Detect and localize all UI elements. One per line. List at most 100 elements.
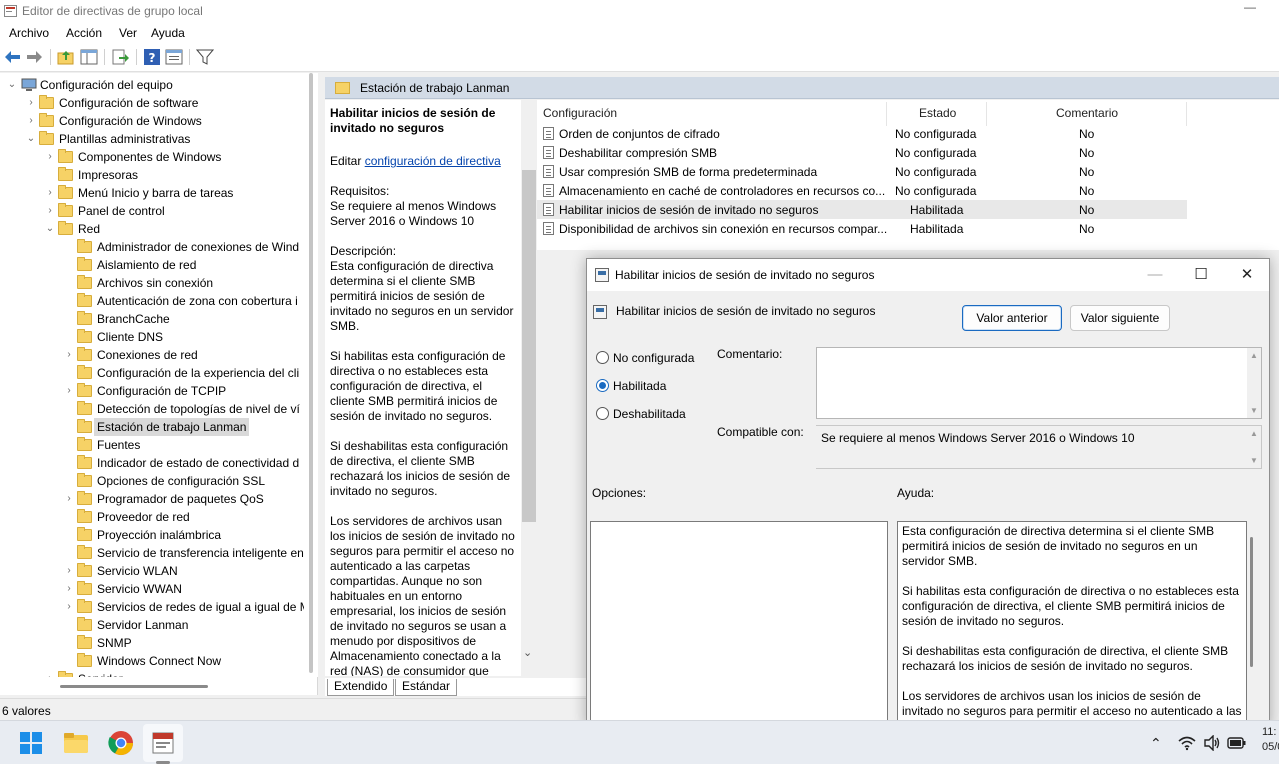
collapsed-chevron-icon[interactable] xyxy=(63,400,75,418)
properties-icon[interactable] xyxy=(165,48,183,66)
export-list-icon[interactable] xyxy=(111,48,129,66)
collapsed-chevron-icon[interactable] xyxy=(44,166,56,184)
dialog-maximize-button[interactable]: ☐ xyxy=(1187,265,1215,285)
table-row[interactable]: Orden de conjuntos de cifrado No configur… xyxy=(537,124,1187,143)
tree-item-label: Servidor Lanman xyxy=(97,618,189,632)
tree-item-label: Servicio WWAN xyxy=(97,582,182,596)
collapsed-chevron-icon[interactable] xyxy=(63,634,75,652)
back-arrow-icon[interactable] xyxy=(4,48,22,66)
volume-icon[interactable] xyxy=(1203,735,1221,751)
collapsed-chevron-icon[interactable]: › xyxy=(63,382,75,400)
forward-arrow-icon[interactable] xyxy=(25,48,43,66)
column-header-configuracion[interactable]: Configuración xyxy=(543,106,617,120)
collapsed-chevron-icon[interactable]: › xyxy=(44,184,56,202)
radio-circle-selected[interactable] xyxy=(596,379,609,392)
dialog-title-bar[interactable]: Habilitar inicios de sesión de invitado … xyxy=(587,259,1269,291)
help-icon[interactable]: ? xyxy=(143,48,161,66)
collapsed-chevron-icon[interactable] xyxy=(63,310,75,328)
collapsed-chevron-icon[interactable] xyxy=(63,508,75,526)
help-scrollbar-thumb[interactable] xyxy=(1250,537,1253,667)
up-folder-icon[interactable] xyxy=(57,48,75,66)
collapsed-chevron-icon[interactable]: › xyxy=(63,598,75,616)
collapsed-chevron-icon[interactable]: › xyxy=(63,346,75,364)
expanded-chevron-icon[interactable]: ⌄ xyxy=(25,130,37,148)
collapsed-chevron-icon[interactable]: › xyxy=(44,148,56,166)
collapsed-chevron-icon[interactable] xyxy=(63,454,75,472)
tab-estandar[interactable]: Estándar xyxy=(395,679,458,696)
navigation-tree[interactable]: ⌄ Configuración del equipo › Configuración … xyxy=(0,73,318,695)
policy-setting-icon xyxy=(543,146,554,159)
policy-setting-dialog[interactable]: Habilitar inicios de sesión de invitado … xyxy=(586,258,1270,728)
collapsed-chevron-icon[interactable] xyxy=(63,364,75,382)
tab-extendido[interactable]: Extendido xyxy=(327,679,395,696)
scroll-down-arrow-icon[interactable]: ▼ xyxy=(1250,456,1258,465)
scroll-down-arrow-icon[interactable]: ▼ xyxy=(1250,406,1258,415)
collapsed-chevron-icon[interactable]: › xyxy=(63,580,75,598)
table-row[interactable]: Disponibilidad de archivos sin conexión … xyxy=(537,219,1187,238)
system-clock[interactable]: 11: 05/0 xyxy=(1262,725,1279,755)
scroll-up-arrow-icon[interactable]: ▲ xyxy=(1250,351,1258,360)
collapsed-chevron-icon[interactable] xyxy=(63,436,75,454)
collapsed-chevron-icon[interactable]: › xyxy=(63,562,75,580)
window-title-bar[interactable]: Editor de directivas de grupo local — xyxy=(0,0,1279,22)
table-row[interactable]: Habilitar inicios de sesión de invitado … xyxy=(537,200,1187,219)
prev-setting-button[interactable]: Valor anterior xyxy=(962,305,1062,331)
scroll-up-arrow-icon[interactable]: ▲ xyxy=(1250,429,1258,438)
collapsed-chevron-icon[interactable] xyxy=(63,238,75,256)
collapsed-chevron-icon[interactable] xyxy=(63,328,75,346)
file-explorer-icon[interactable] xyxy=(62,729,90,757)
collapsed-chevron-icon[interactable] xyxy=(63,652,75,670)
table-row[interactable]: Usar compresión SMB de forma predetermin… xyxy=(537,162,1187,181)
scroll-down-arrow-icon[interactable]: ⌄ xyxy=(523,646,532,659)
collapsed-chevron-icon[interactable] xyxy=(63,274,75,292)
radio-circle[interactable] xyxy=(596,407,609,420)
window-minimize-button[interactable]: — xyxy=(1238,0,1262,20)
collapsed-chevron-icon[interactable]: › xyxy=(25,94,37,112)
menu-accion[interactable]: Acción xyxy=(66,26,102,40)
comment-textarea[interactable]: ▲ ▼ xyxy=(816,347,1262,419)
chrome-icon[interactable] xyxy=(107,729,135,757)
description-scrollbar[interactable]: ⌄ xyxy=(521,100,537,676)
collapsed-chevron-icon[interactable] xyxy=(63,472,75,490)
collapsed-chevron-icon[interactable] xyxy=(63,418,75,436)
collapsed-chevron-icon[interactable]: › xyxy=(25,112,37,130)
table-row[interactable]: Almacenamiento en caché de controladores… xyxy=(537,181,1187,200)
column-header-estado[interactable]: Estado xyxy=(919,106,956,120)
group-policy-editor-icon[interactable] xyxy=(149,729,177,757)
collapsed-chevron-icon[interactable] xyxy=(63,526,75,544)
menu-archivo[interactable]: Archivo xyxy=(9,26,49,40)
setting-name: Usar compresión SMB de forma predetermin… xyxy=(559,165,818,179)
folder-icon xyxy=(58,185,73,199)
edit-policy-link[interactable]: configuración de directiva xyxy=(365,154,501,168)
tray-chevron-icon[interactable]: ⌃ xyxy=(1150,735,1162,752)
menu-ver[interactable]: Ver xyxy=(119,26,137,40)
collapsed-chevron-icon[interactable] xyxy=(63,256,75,274)
show-hide-tree-icon[interactable] xyxy=(80,48,98,66)
radio-circle[interactable] xyxy=(596,351,609,364)
next-setting-button[interactable]: Valor siguiente xyxy=(1070,305,1170,331)
menu-ayuda[interactable]: Ayuda xyxy=(151,26,185,40)
collapsed-chevron-icon[interactable] xyxy=(63,544,75,562)
table-row[interactable]: Deshabilitar compresión SMB No configurad… xyxy=(537,143,1187,162)
requirements-text: Se requiere al menos Windows Server 2016… xyxy=(330,199,497,228)
expanded-chevron-icon[interactable]: ⌄ xyxy=(6,76,18,94)
collapsed-chevron-icon[interactable]: › xyxy=(63,490,75,508)
tree-item-label: Servicio de transferencia inteligente en xyxy=(97,546,304,560)
tree-vertical-scrollbar[interactable] xyxy=(304,73,318,677)
collapsed-chevron-icon[interactable] xyxy=(63,616,75,634)
collapsed-chevron-icon[interactable] xyxy=(63,292,75,310)
extended-description-pane: Habilitar inicios de sesión de invitado … xyxy=(325,100,521,676)
setting-state: No configurada xyxy=(895,127,977,141)
battery-icon[interactable] xyxy=(1227,736,1247,750)
help-label: Ayuda: xyxy=(897,486,935,500)
filter-icon[interactable] xyxy=(196,48,214,66)
collapsed-chevron-icon[interactable]: › xyxy=(44,202,56,220)
expanded-chevron-icon[interactable]: ⌄ xyxy=(44,220,56,238)
column-header-comentario[interactable]: Comentario xyxy=(1056,106,1118,120)
wifi-icon[interactable] xyxy=(1178,735,1196,751)
windows-start-icon[interactable] xyxy=(17,729,45,757)
dialog-close-button[interactable]: ✕ xyxy=(1233,265,1261,285)
dialog-minimize-button[interactable]: — xyxy=(1141,265,1169,285)
status-text: 6 valores xyxy=(2,704,51,718)
tree-horizontal-scrollbar[interactable] xyxy=(0,677,304,691)
